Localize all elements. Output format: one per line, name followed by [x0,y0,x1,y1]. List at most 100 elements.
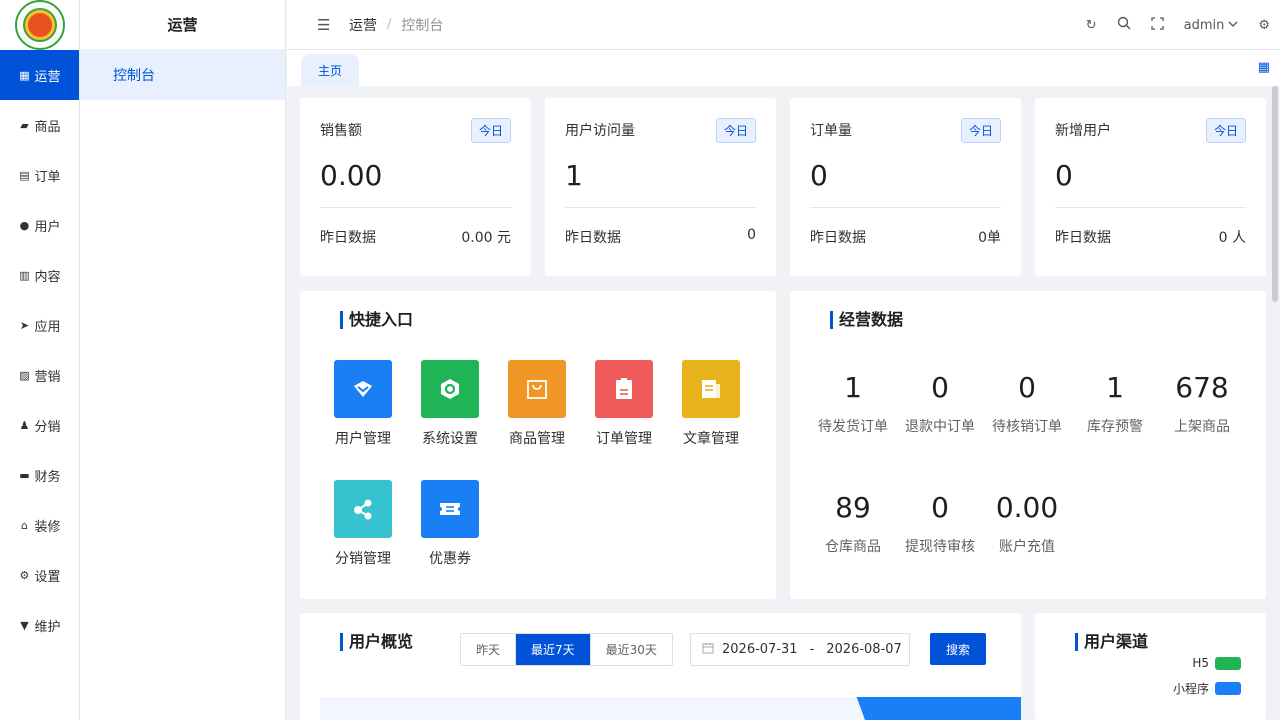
stat-foot-value: 0 人 [1218,230,1246,246]
business-metric[interactable]: 0.00 账户充值 [982,488,1072,556]
search-icon[interactable] [1117,16,1131,34]
menu-toggle-icon[interactable]: ☰ [317,16,333,34]
stat-foot-label: 昨日数据 [565,230,621,246]
business-metric[interactable]: 0 待核销订单 [982,368,1072,436]
nav-item-label: 装修 [34,519,61,535]
secondary-item-dashboard[interactable]: 控制台 [80,50,285,100]
legend-item-h5[interactable]: H5 [1192,656,1241,670]
user-overview-title: 用户概览 [340,633,413,651]
date-end: 2026-08-07 [826,642,902,657]
divider [810,207,1001,208]
stat-foot-value: 0单 [978,230,1001,246]
business-metric[interactable]: 1 待发货订单 [808,368,898,436]
nav-item-4[interactable]: ▥ 内容 [0,250,79,300]
nav-item-1[interactable]: ▰ 商品 [0,100,79,150]
stat-card: 新增用户 今日 0 昨日数据 0 人 [1035,98,1266,276]
gear-icon[interactable]: ⚙ [1258,18,1270,33]
stat-card: 订单量 今日 0 昨日数据 0单 [790,98,1021,276]
business-metric-value: 678 [1175,371,1229,404]
business-metric[interactable]: 0 退款中订单 [895,368,985,436]
home-icon: ⌂ [20,518,28,532]
business-metric-label: 仓库商品 [825,539,881,555]
stat-foot-label: 昨日数据 [1055,230,1111,246]
range-yesterday-button[interactable]: 昨天 [461,634,517,665]
stat-card: 用户访问量 今日 1 昨日数据 0 [545,98,776,276]
nav-item-6[interactable]: ▨ 营销 [0,350,79,400]
stat-title: 销售额 [320,123,362,139]
business-metric-label: 上架商品 [1174,419,1230,435]
nav-item-label: 内容 [34,269,61,285]
quick-entry-item[interactable]: 订单管理 [584,360,664,448]
quick-entry-title: 快捷入口 [340,311,413,329]
logo-emblem-icon [15,0,65,50]
business-metric-value: 0 [931,491,949,524]
range-30days-button[interactable]: 最近30天 [590,634,672,665]
quick-entry-item[interactable]: 用户管理 [323,360,403,448]
scrollbar[interactable] [1272,86,1278,302]
divider [565,207,756,208]
tab-grid-icon[interactable]: ▦ [1258,60,1270,75]
nav-item-0[interactable]: ▦ 运营 [0,50,79,100]
username: admin [1183,17,1225,33]
stat-title: 用户访问量 [565,123,635,139]
quick-entry-item[interactable]: 文章管理 [671,360,751,448]
secondary-sidebar: 运营 控制台 [80,0,286,720]
send-icon: ➤ [19,318,30,332]
quick-entry-label: 文章管理 [683,431,739,447]
user-menu[interactable]: admin [1184,18,1239,33]
nav-item-11[interactable]: ▼ 维护 [0,600,79,650]
stat-foot-label: 昨日数据 [810,230,866,246]
tab-home[interactable]: 主页 [301,54,360,86]
legend-item-miniprogram[interactable]: 小程序 [1173,680,1241,697]
secondary-sidebar-title: 运营 [80,0,285,50]
stat-value: 0.00 [320,159,383,192]
nav-item-label: 分销 [34,419,61,435]
quick-entry-label: 系统设置 [422,431,478,447]
business-metric[interactable]: 1 库存预警 [1070,368,1160,436]
nav-item-10[interactable]: ⚙ 设置 [0,550,79,600]
chart-icon: ▨ [19,368,30,382]
chevron-down-icon [1228,18,1238,33]
breadcrumb-current: 控制台 [401,17,444,34]
calendar-icon [702,642,714,658]
date-separator: - [809,642,815,657]
range-7days-button[interactable]: 最近7天 [516,634,591,665]
nav-item-label: 应用 [34,319,61,335]
quick-entry-item[interactable]: 分销管理 [323,480,403,568]
top-header: ☰ 运营 / 控制台 ↻ admin ⚙ [287,0,1280,50]
nav-item-7[interactable]: ♟ 分销 [0,400,79,450]
nav-item-5[interactable]: ➤ 应用 [0,300,79,350]
quick-entry-label: 用户管理 [335,431,391,447]
nav-item-label: 用户 [34,219,61,235]
refresh-icon[interactable]: ↻ [1086,18,1097,33]
business-metric[interactable]: 0 提现待审核 [895,488,985,556]
business-metric-value: 1 [1106,371,1124,404]
business-metric[interactable]: 89 仓库商品 [808,488,898,556]
quick-entry-item[interactable]: 商品管理 [497,360,577,448]
logo [0,0,80,50]
business-metric[interactable]: 678 上架商品 [1157,368,1247,436]
nav-item-2[interactable]: ▤ 订单 [0,150,79,200]
breadcrumb-parent[interactable]: 运营 [349,15,377,35]
date-range-picker[interactable]: 2026-07-31 - 2026-08-07 [690,633,910,666]
primary-sidebar: ▦ 运营 ▰ 商品 ▤ 订单 ● 用户 ▥ 内容 ➤ 应用 ▨ 营销 ♟ 分销 ▬ 财务 ⌂ 装修 ⚙ 设置 ▼ 维护 [0,0,80,720]
nav-item-3[interactable]: ● 用户 [0,200,79,250]
gear-icon: ⚙ [19,568,30,582]
nav-item-label: 财务 [34,469,61,485]
business-metric-value: 1 [844,371,862,404]
quick-entry-item[interactable]: 优惠券 [410,480,490,568]
grid-icon: ▦ [19,68,30,82]
user-manage-icon [334,360,392,418]
quick-entry-item[interactable]: 系统设置 [410,360,490,448]
nav-item-9[interactable]: ⌂ 装修 [0,500,79,550]
business-metric-label: 提现待审核 [905,539,975,555]
fullscreen-icon[interactable] [1150,16,1164,34]
business-metric-label: 待发货订单 [818,419,888,435]
overview-chart [320,697,1021,720]
nav-item-label: 订单 [34,169,61,185]
search-button[interactable]: 搜索 [930,633,986,665]
nav-item-label: 维护 [34,619,61,635]
business-metric-value: 0 [1018,371,1036,404]
nav-item-8[interactable]: ▬ 财务 [0,450,79,500]
stat-period-badge: 今日 [715,117,756,143]
